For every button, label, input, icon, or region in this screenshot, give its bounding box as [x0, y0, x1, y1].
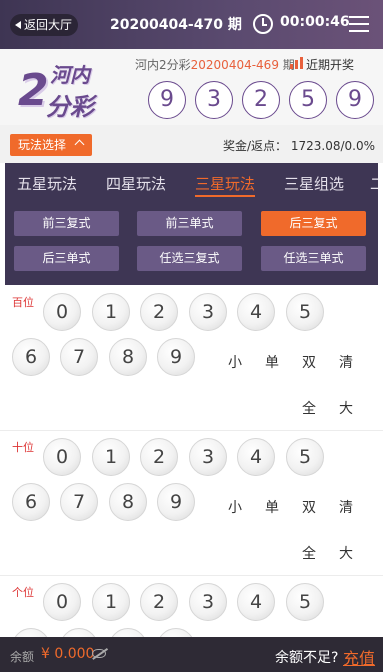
- number-ball[interactable]: 8: [109, 483, 147, 521]
- number-ball[interactable]: 5: [286, 438, 324, 476]
- winning-number: 9: [336, 81, 374, 119]
- filter-big-button[interactable]: 大: [339, 398, 353, 418]
- lottery-info: 2 河内 分彩 河内2分彩20200404-469 期 近期开奖 9 3 2 5…: [0, 49, 383, 125]
- position-label: 百位: [12, 296, 34, 309]
- number-ball[interactable]: 2: [140, 583, 178, 621]
- filter-even-button[interactable]: 双: [302, 497, 316, 517]
- subtab-any-three-compound[interactable]: 任选三复式: [137, 246, 242, 271]
- chevron-up-icon: [74, 139, 85, 150]
- winning-number: 2: [242, 81, 280, 119]
- tab-four-star[interactable]: 四星玩法: [106, 173, 166, 194]
- recharge-link[interactable]: 充值: [343, 645, 375, 669]
- number-ball[interactable]: 8: [109, 338, 147, 376]
- number-ball[interactable]: 5: [286, 583, 324, 621]
- number-ball[interactable]: 3: [189, 293, 227, 331]
- number-ball[interactable]: 9: [157, 628, 195, 637]
- countdown-timer: 00:00:46: [280, 14, 350, 30]
- filter-small-button[interactable]: 小: [228, 497, 242, 517]
- back-to-lobby-button[interactable]: 返回大厅: [10, 14, 78, 36]
- tab-two-star[interactable]: 二: [370, 173, 378, 194]
- previous-issue: 河内2分彩20200404-469 期: [135, 58, 295, 72]
- filter-odd-button[interactable]: 单: [265, 352, 279, 372]
- digit-group-ones: 个位 0 1 2 3 4 5 6 7 8 9: [0, 576, 383, 637]
- lottery-logo: 2 河内 分彩: [18, 63, 94, 121]
- number-ball[interactable]: 1: [92, 583, 130, 621]
- number-ball[interactable]: 4: [237, 583, 275, 621]
- subtab-any-three-single[interactable]: 任选三单式: [261, 246, 366, 271]
- current-issue: 20200404-470 期: [110, 17, 242, 33]
- winning-number: 3: [195, 81, 233, 119]
- number-ball[interactable]: 0: [43, 293, 81, 331]
- number-ball[interactable]: 9: [157, 483, 195, 521]
- number-ball[interactable]: 1: [92, 293, 130, 331]
- number-ball[interactable]: 4: [237, 438, 275, 476]
- number-ball[interactable]: 1: [92, 438, 130, 476]
- eye-hidden-icon[interactable]: [92, 649, 106, 658]
- number-ball[interactable]: 8: [109, 628, 147, 637]
- filter-odd-button[interactable]: 单: [265, 497, 279, 517]
- filter-all-button[interactable]: 全: [302, 398, 316, 418]
- balance-label: 余额: [10, 650, 35, 664]
- position-label: 十位: [12, 441, 34, 454]
- number-ball[interactable]: 7: [60, 483, 98, 521]
- tab-three-star[interactable]: 三星玩法: [195, 173, 256, 197]
- insufficient-balance-text: 余额不足?: [275, 650, 339, 666]
- filter-big-button[interactable]: 大: [339, 543, 353, 563]
- winning-number: 9: [148, 81, 186, 119]
- subtab-back-three-compound[interactable]: 后三复式: [261, 211, 366, 236]
- digit-group-hundreds: 百位 0 1 2 3 4 5 6 7 8 9 小 单 双 清 全 大: [0, 286, 383, 431]
- play-type-panel: 五星玩法 四星玩法 三星玩法 三星组选 二 前三复式 前三单式 后三复式 后三单…: [5, 163, 378, 285]
- number-ball[interactable]: 6: [12, 338, 50, 376]
- filter-clear-button[interactable]: 清: [339, 352, 353, 372]
- subtab-back-three-single[interactable]: 后三单式: [14, 246, 119, 271]
- play-select-row: 玩法选择 奖金/返点： 1723.08/0.0%: [0, 125, 383, 163]
- recent-draws-link[interactable]: 近期开奖: [306, 56, 354, 73]
- tab-three-star-group[interactable]: 三星组选: [284, 173, 344, 194]
- filter-all-button[interactable]: 全: [302, 543, 316, 563]
- number-ball[interactable]: 6: [12, 628, 50, 637]
- number-ball[interactable]: 2: [140, 293, 178, 331]
- number-ball[interactable]: 0: [43, 583, 81, 621]
- filter-clear-button[interactable]: 清: [339, 497, 353, 517]
- play-select-button[interactable]: 玩法选择: [10, 134, 92, 156]
- tab-five-star[interactable]: 五星玩法: [17, 173, 77, 194]
- rebate-info: 奖金/返点： 1723.08/0.0%: [222, 139, 375, 153]
- filter-small-button[interactable]: 小: [228, 352, 242, 372]
- clock-icon: [253, 14, 273, 34]
- number-ball[interactable]: 5: [286, 293, 324, 331]
- number-ball[interactable]: 2: [140, 438, 178, 476]
- balance-value: ¥ 0.000: [41, 646, 95, 662]
- number-ball[interactable]: 7: [60, 338, 98, 376]
- number-ball[interactable]: 3: [189, 438, 227, 476]
- winning-number: 5: [289, 81, 327, 119]
- digit-group-tens: 十位 0 1 2 3 4 5 6 7 8 9 小 单 双 清 全 大: [0, 431, 383, 576]
- number-ball[interactable]: 4: [237, 293, 275, 331]
- subtab-front-three-single[interactable]: 前三单式: [137, 211, 242, 236]
- number-ball[interactable]: 6: [12, 483, 50, 521]
- number-ball[interactable]: 3: [189, 583, 227, 621]
- position-label: 个位: [12, 586, 34, 599]
- number-ball[interactable]: 7: [60, 628, 98, 637]
- number-ball[interactable]: 9: [157, 338, 195, 376]
- menu-icon[interactable]: [349, 16, 369, 32]
- chart-icon[interactable]: [290, 57, 303, 69]
- footer-bar: 余额 ¥ 0.000 余额不足? 充值: [0, 637, 383, 672]
- top-bar: 返回大厅 20200404-470 期 00:00:46: [0, 0, 383, 49]
- filter-even-button[interactable]: 双: [302, 352, 316, 372]
- subtab-front-three-compound[interactable]: 前三复式: [14, 211, 119, 236]
- number-ball[interactable]: 0: [43, 438, 81, 476]
